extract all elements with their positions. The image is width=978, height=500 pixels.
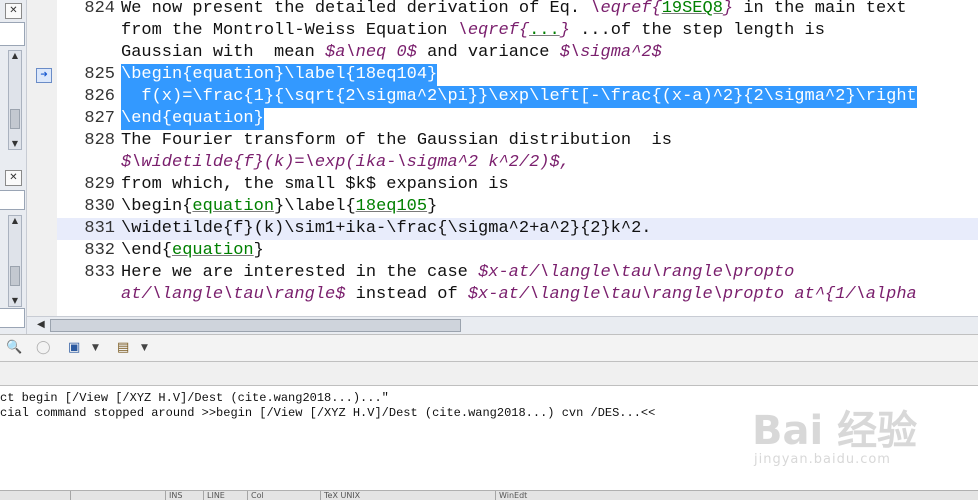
left-panel-scrollbar-2[interactable]: ▲ ▼	[8, 215, 22, 307]
code-line[interactable]: 828 The Fourier transform of the Gaussian…	[57, 130, 978, 152]
code-line[interactable]: 829 from which, the small $k$ expansion i…	[57, 174, 978, 196]
scroll-down-arrow-icon[interactable]: ▼	[9, 139, 21, 149]
close-icon[interactable]: ✕	[5, 3, 22, 19]
left-panel-scrollbar[interactable]: ▲ ▼	[8, 50, 22, 150]
code-line[interactable]: from the Montroll-Weiss Equation \eqref{…	[57, 20, 978, 42]
line-number: 826	[84, 87, 115, 106]
scrollbar-thumb[interactable]	[50, 319, 461, 332]
log-line: cial command stopped around >>begin [/Vi…	[0, 406, 656, 420]
line-number: 830	[84, 197, 115, 216]
line-number: 824	[84, 0, 115, 18]
scroll-up-arrow-icon[interactable]: ▲	[9, 216, 21, 226]
code-line[interactable]: 833 Here we are interested in the case $x…	[57, 262, 978, 284]
scrollbar-thumb[interactable]	[10, 266, 20, 286]
code-text: f(x)=\frac{1}{\sqrt{2\sigma^2\pi}}\exp\l…	[121, 86, 917, 108]
code-text: at/\langle\tau\rangle$ instead of $x-at/…	[121, 285, 917, 304]
baidu-watermark-logo: Bai 经验 jingyan.baidu.com	[752, 408, 918, 467]
code-line[interactable]: $\widetilde{f}(k)=\exp(ika-\sigma^2 k^2/…	[57, 152, 978, 174]
left-side-panel: ✕ ▲ ▼ ✕ ▲ ▼	[0, 0, 27, 334]
scroll-left-arrow-icon[interactable]: ◀	[37, 319, 45, 330]
clipboard-icon[interactable]: ▤	[117, 340, 129, 356]
scroll-up-arrow-icon[interactable]: ▲	[9, 51, 21, 61]
code-text: \end{equation}	[121, 108, 264, 130]
code-text: $\widetilde{f}(k)=\exp(ika-\sigma^2 k^2/…	[121, 153, 570, 172]
code-text: Here we are interested in the case $x-at…	[121, 263, 795, 282]
code-line[interactable]: Gaussian with mean $a\neq 0$ and varianc…	[57, 42, 978, 64]
code-text: Gaussian with mean $a\neq 0$ and varianc…	[121, 43, 662, 62]
code-line[interactable]: 826 f(x)=\frac{1}{\sqrt{2\sigma^2\pi}}\e…	[57, 86, 978, 108]
code-line[interactable]: at/\langle\tau\rangle$ instead of $x-at/…	[57, 284, 978, 306]
dropdown-icon[interactable]: ▼	[141, 340, 148, 356]
code-text: \begin{equation}\label{18eq105}	[121, 197, 438, 216]
code-line[interactable]: 824 We now present the detailed derivatio…	[57, 0, 978, 20]
code-text: We now present the detailed derivation o…	[121, 0, 907, 18]
left-panel-field[interactable]	[0, 22, 25, 46]
circle-icon[interactable]: ◯	[36, 340, 51, 356]
monitor-icon[interactable]: ▣	[68, 340, 80, 356]
code-text: from which, the small $k$ expansion is	[121, 175, 509, 194]
output-toolbar: 🔍 ◯ ▣ ▼ ▤ ▼	[0, 334, 978, 362]
arrow-right-icon[interactable]: ➜	[36, 68, 52, 83]
close-icon[interactable]: ✕	[5, 170, 22, 186]
line-number: 829	[84, 175, 115, 194]
line-number: 832	[84, 241, 115, 260]
editor-horizontal-scrollbar[interactable]: ◀	[27, 316, 978, 334]
editor-gutter	[27, 0, 57, 316]
code-line[interactable]: 831 \widetilde{f}(k)\sim1+ika-\frac{\sigm…	[57, 218, 978, 240]
scrollbar-thumb[interactable]	[10, 109, 20, 129]
code-text: from the Montroll-Weiss Equation \eqref{…	[121, 21, 825, 40]
code-text: \end{equation}	[121, 241, 264, 260]
code-line[interactable]: 832 \end{equation}	[57, 240, 978, 262]
code-line[interactable]: 830 \begin{equation}\label{18eq105}	[57, 196, 978, 218]
code-text: \widetilde{f}(k)\sim1+ika-\frac{\sigma^2…	[121, 219, 652, 238]
left-panel-field-bottom[interactable]	[0, 308, 25, 328]
search-icon[interactable]: 🔍	[6, 340, 22, 356]
line-number: 831	[84, 219, 115, 238]
code-text: \begin{equation}\label{18eq104}	[121, 64, 438, 86]
line-number: 827	[84, 109, 115, 128]
code-line[interactable]: 827 \end{equation}	[57, 108, 978, 130]
scroll-down-arrow-icon[interactable]: ▼	[9, 296, 21, 306]
code-text: The Fourier transform of the Gaussian di…	[121, 131, 672, 150]
code-line[interactable]: 825 \begin{equation}\label{18eq104}	[57, 64, 978, 86]
code-editor[interactable]: 824 We now present the detailed derivatio…	[57, 0, 978, 316]
folder-icon[interactable]	[0, 190, 25, 210]
line-number: 825	[84, 65, 115, 84]
line-number: 833	[84, 263, 115, 282]
log-line: ct begin [/View [/XYZ H.V]/Dest (cite.wa…	[0, 391, 389, 405]
dropdown-icon[interactable]: ▼	[92, 340, 99, 356]
line-number: 828	[84, 131, 115, 150]
